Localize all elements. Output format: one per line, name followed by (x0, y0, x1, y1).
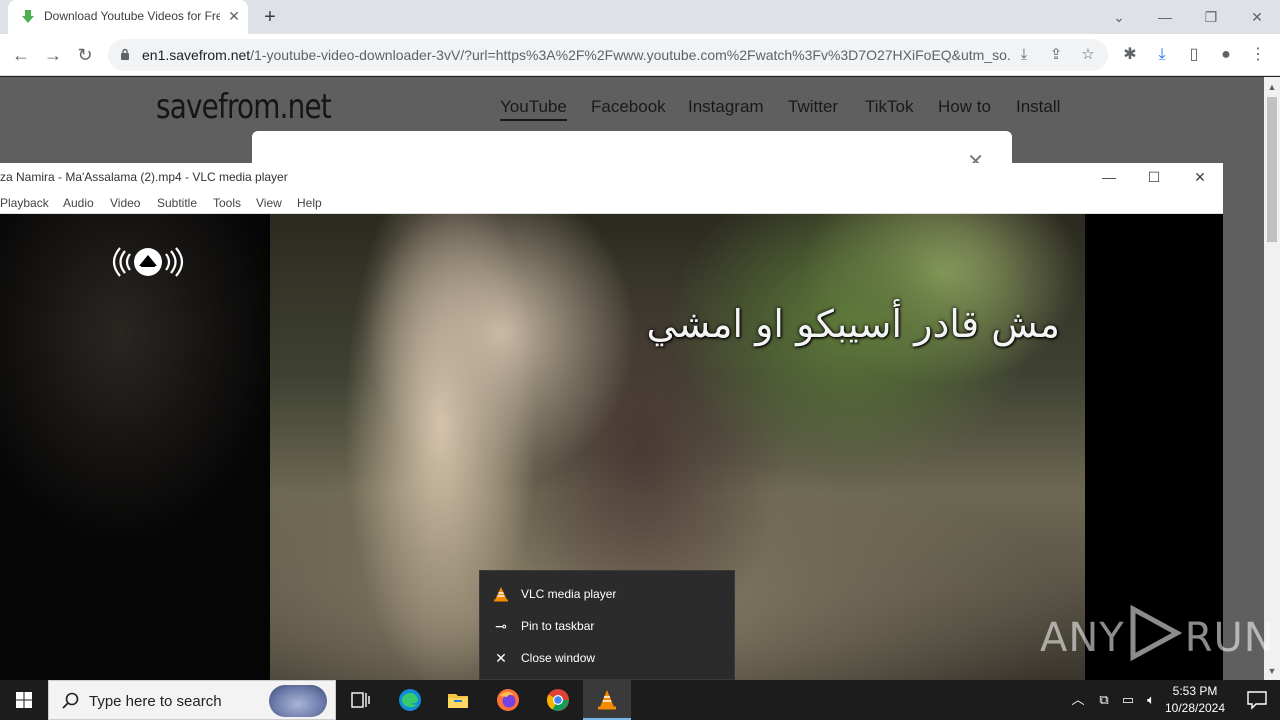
install-app-icon[interactable]: ⤓ (1014, 46, 1034, 64)
volume-icon[interactable]: 🔈︎ (1141, 690, 1161, 710)
anyrun-watermark: ANY RUN (1040, 604, 1275, 662)
tab-close-button[interactable]: ✕ (226, 8, 242, 24)
back-button[interactable]: ← (8, 42, 34, 68)
scroll-down-arrow-icon[interactable]: ▼ (1264, 663, 1280, 679)
profile-avatar-icon[interactable]: ● (1214, 43, 1238, 67)
edge-icon (399, 689, 421, 711)
search-icon (62, 692, 79, 709)
chrome-icon (547, 689, 569, 711)
menu-tools[interactable]: Tools (213, 196, 241, 210)
watermark-run: RUN (1184, 615, 1275, 661)
watermark-play-icon (1130, 604, 1182, 662)
nav-twitter[interactable]: Twitter (788, 97, 838, 117)
menu-help[interactable]: Help (297, 196, 322, 210)
jumplist-label: Pin to taskbar (521, 619, 595, 633)
forward-button[interactable]: → (40, 42, 66, 68)
savefrom-favicon-icon (22, 10, 34, 23)
close-window-button[interactable]: ✕ (1245, 6, 1269, 28)
vlc-window-title: za Namira - Ma'Assalama (2).mp4 - VLC me… (0, 170, 288, 184)
url-path: /1-youtube-video-downloader-3vV/?url=htt… (250, 47, 1012, 63)
taskbar-edge[interactable] (386, 680, 434, 720)
share-icon[interactable]: ⇪ (1046, 46, 1066, 64)
chrome-menu-icon[interactable]: ⋮ (1246, 43, 1270, 67)
video-subtitle: مش قادر أسيبكو او امشي (646, 302, 1060, 346)
restore-button[interactable]: ❐ (1199, 6, 1223, 28)
tray-overflow-chevron-icon[interactable]: ︿ (1068, 690, 1088, 710)
video-left-shadow (0, 214, 270, 680)
tray-meet-now-icon[interactable]: ⧉ (1094, 690, 1114, 710)
nav-tiktok[interactable]: TikTok (865, 97, 914, 117)
taskbar-firefox[interactable] (484, 680, 532, 720)
downloads-icon[interactable]: ⤓ (1150, 43, 1174, 67)
menu-video[interactable]: Video (110, 196, 140, 210)
folder-icon (448, 694, 468, 708)
jumplist-item-vlc[interactable]: VLC media player (480, 578, 736, 610)
clock-time: 5:53 PM (1172, 684, 1218, 698)
vlc-cone-icon (494, 587, 508, 602)
scroll-up-arrow-icon[interactable]: ▲ (1264, 79, 1280, 95)
vlc-title-bar[interactable]: za Namira - Ma'Assalama (2).mp4 - VLC me… (0, 163, 1223, 191)
taskbar-vlc[interactable] (583, 680, 631, 720)
vlc-menu-bar: Playback Audio Video Subtitle Tools View… (0, 191, 1223, 214)
browser-toolbar: ← → ↻ en1.savefrom.net/1-youtube-video-d… (0, 34, 1280, 76)
bookmark-star-icon[interactable]: ☆ (1078, 46, 1098, 64)
new-tab-button[interactable]: + (258, 6, 282, 28)
address-bar[interactable]: en1.savefrom.net/1-youtube-video-downloa… (108, 39, 1108, 71)
network-icon[interactable]: ▭ (1118, 690, 1138, 710)
channel-logo-icon (112, 247, 184, 277)
page-scrollbar[interactable]: ▲ ▼ (1264, 77, 1280, 680)
menu-subtitle[interactable]: Subtitle (157, 196, 197, 210)
jumplist-label: VLC media player (521, 587, 617, 601)
nav-youtube[interactable]: YouTube (500, 97, 567, 121)
clock-date: 10/28/2024 (1164, 701, 1226, 715)
taskbar-clock[interactable]: 5:53 PM 10/28/2024 (1160, 683, 1230, 717)
side-panel-icon[interactable]: ▯ (1182, 43, 1206, 67)
nav-facebook[interactable]: Facebook (591, 97, 666, 117)
vlc-cone-icon (598, 690, 616, 710)
menu-playback[interactable]: Playback (0, 196, 49, 210)
close-icon: ✕ (495, 650, 507, 666)
task-view-button[interactable] (336, 680, 384, 720)
vlc-maximize-button[interactable]: ☐ (1139, 167, 1169, 187)
minimize-button[interactable]: — (1153, 6, 1177, 28)
jumplist-item-close[interactable]: ✕ Close window (480, 642, 736, 674)
task-view-icon (351, 692, 370, 708)
windows-start-icon[interactable] (0, 680, 48, 720)
browser-tab[interactable]: Download Youtube Videos for Free ✕ (8, 0, 248, 34)
firefox-icon (497, 689, 519, 711)
browser-tab-strip: Download Youtube Videos for Free ✕ + ⌄ —… (0, 0, 1280, 34)
extensions-puzzle-icon[interactable]: ✱ (1118, 43, 1142, 67)
taskbar-chrome[interactable] (534, 680, 582, 720)
taskbar-search-box[interactable]: Type here to search (48, 680, 336, 720)
nav-how-to[interactable]: How to (938, 97, 991, 117)
jumplist-label: Close window (521, 651, 596, 665)
nav-instagram[interactable]: Instagram (688, 97, 764, 117)
tab-title: Download Youtube Videos for Free (44, 9, 220, 23)
menu-view[interactable]: View (256, 196, 282, 210)
lock-icon (121, 48, 129, 60)
url-text[interactable]: en1.savefrom.net/1-youtube-video-downloa… (142, 47, 1012, 63)
windows-taskbar: Type here to search ︿ ⧉ ▭ 🔈︎ 5:53 PM 10/… (0, 680, 1280, 720)
search-placeholder: Type here to search (89, 693, 222, 710)
jumplist-item-pin[interactable]: ⊸ Pin to taskbar (480, 610, 736, 642)
menu-audio[interactable]: Audio (63, 196, 94, 210)
vlc-minimize-button[interactable]: — (1094, 167, 1124, 187)
search-highlight-image (269, 685, 327, 717)
site-logo[interactable]: savefrom.net (156, 87, 332, 127)
taskbar-file-explorer[interactable] (434, 680, 482, 720)
nav-install[interactable]: Install (1016, 97, 1060, 117)
taskbar-jump-list: VLC media player ⊸ Pin to taskbar ✕ Clos… (479, 570, 735, 680)
reload-button[interactable]: ↻ (72, 42, 98, 68)
scrollbar-thumb[interactable] (1267, 97, 1277, 242)
tab-search-chevron-icon[interactable]: ⌄ (1107, 6, 1131, 28)
vlc-close-button[interactable]: ✕ (1185, 167, 1215, 187)
url-host: en1.savefrom.net (142, 47, 251, 63)
watermark-any: ANY (1040, 615, 1125, 661)
notification-center-icon[interactable] (1234, 680, 1280, 720)
pin-icon: ⊸ (495, 618, 507, 634)
